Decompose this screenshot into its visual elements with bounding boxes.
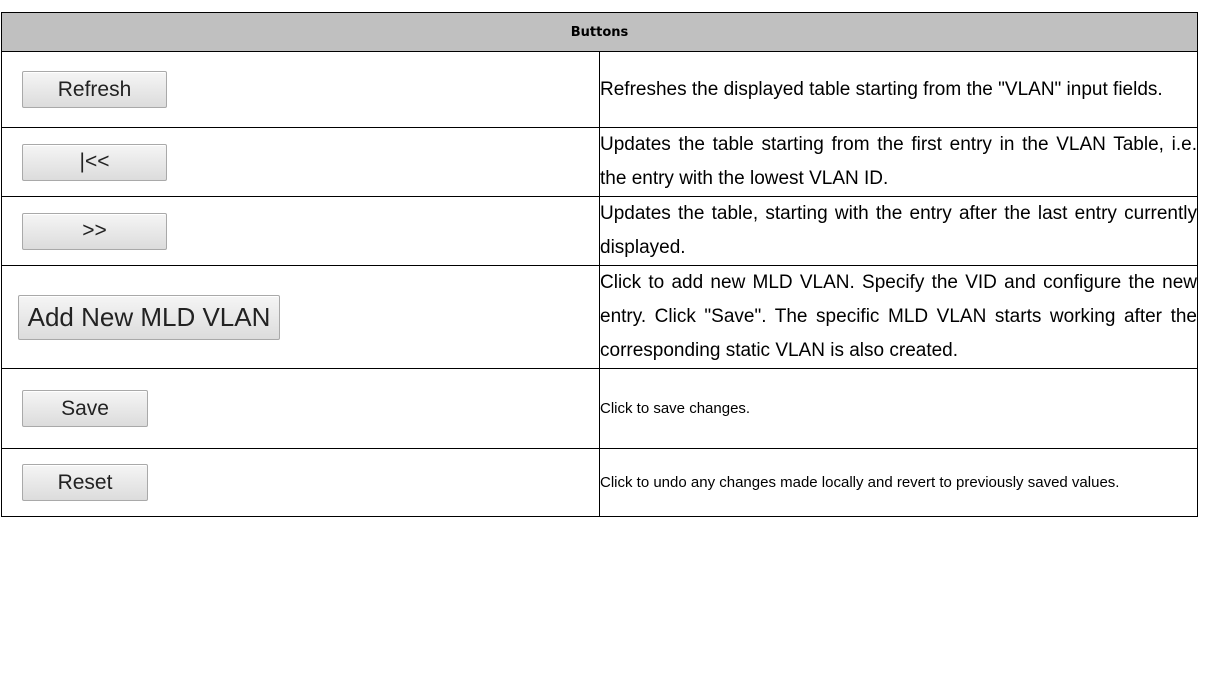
button-cell: >>	[1, 196, 600, 266]
next-page-button[interactable]: >>	[22, 212, 167, 250]
save-button[interactable]: Save	[22, 390, 148, 427]
table-row: Reset Click to undo any changes made loc…	[1, 448, 1198, 517]
button-cell: Reset	[1, 448, 600, 517]
description-cell: Refreshes the displayed table starting f…	[599, 51, 1198, 128]
button-cell: |<<	[1, 127, 600, 197]
description-cell: Click to save changes.	[599, 368, 1198, 449]
button-cell: Save	[1, 368, 600, 449]
description-cell: Updates the table, starting with the ent…	[599, 196, 1198, 266]
description-cell: Updates the table starting from the firs…	[599, 127, 1198, 197]
first-page-button[interactable]: |<<	[22, 143, 167, 181]
button-cell: Refresh	[1, 51, 600, 128]
table-header: Buttons	[1, 12, 1198, 52]
buttons-table: Buttons Refresh Refreshes the displayed …	[1, 12, 1198, 517]
table-row: |<< Updates the table starting from the …	[1, 127, 1198, 197]
add-new-mld-vlan-button[interactable]: Add New MLD VLAN	[18, 294, 280, 340]
table-row: Refresh Refreshes the displayed table st…	[1, 51, 1198, 128]
table-header-row: Buttons	[1, 12, 1198, 52]
table-row: Add New MLD VLAN Click to add new MLD VL…	[1, 265, 1198, 369]
table-row: Save Click to save changes.	[1, 368, 1198, 449]
table-row: >> Updates the table, starting with the …	[1, 196, 1198, 266]
description-cell: Click to add new MLD VLAN. Specify the V…	[599, 265, 1198, 369]
description-cell: Click to undo any changes made locally a…	[599, 448, 1198, 517]
reset-button[interactable]: Reset	[22, 464, 148, 501]
refresh-button[interactable]: Refresh	[22, 71, 167, 108]
button-cell: Add New MLD VLAN	[1, 265, 600, 369]
